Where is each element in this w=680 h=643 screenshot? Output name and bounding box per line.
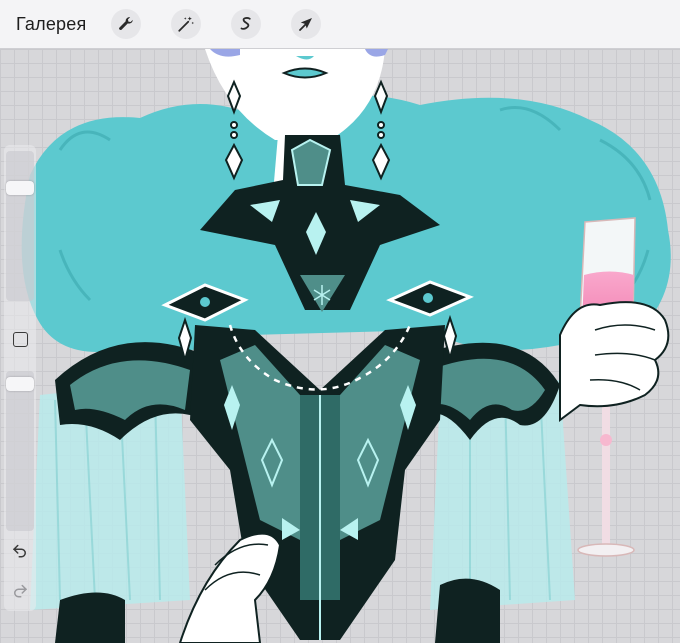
opacity-slider[interactable] [6,371,34,531]
right-hand [559,301,670,422]
arrow-cursor-icon [299,18,312,31]
opacity-thumb[interactable] [6,377,34,391]
selection-button[interactable] [231,9,261,39]
redo-icon[interactable] [11,581,29,599]
brush-size-slider[interactable] [6,151,34,301]
selection-s-icon [240,17,251,30]
artwork-illustration [21,49,671,643]
drawing-canvas[interactable] [0,49,680,643]
brush-size-thumb[interactable] [6,181,34,195]
actions-wrench-button[interactable] [111,9,141,39]
magic-wand-icon [178,16,195,32]
top-toolbar: Галерея [0,0,680,49]
left-sidebar [4,145,36,611]
gallery-button[interactable]: Галерея [16,14,86,35]
wrench-icon [119,17,133,30]
transform-button[interactable] [291,9,321,39]
adjustments-button[interactable] [171,9,201,39]
undo-icon[interactable] [11,541,29,559]
modify-square-icon[interactable] [13,332,28,347]
left-hand [178,532,282,643]
